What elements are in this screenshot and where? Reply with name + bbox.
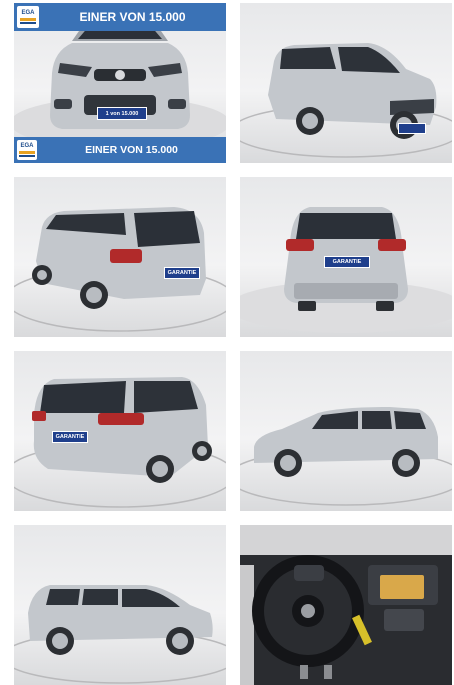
promo-banner-text-small: EINER VON 15.000 xyxy=(85,144,178,156)
license-plate: 1 von 15.000 xyxy=(97,107,147,120)
photo-side-left-view[interactable] xyxy=(14,525,226,685)
car-side-right-image xyxy=(240,407,452,506)
ega-logo-text: EGA xyxy=(21,10,35,16)
photo-front-right-view[interactable] xyxy=(240,3,452,163)
car-rear-right-image xyxy=(14,377,226,508)
car-front-right-image xyxy=(240,43,452,158)
photo-interior-dashboard-view[interactable] xyxy=(240,525,452,685)
license-plate: GARANTIE xyxy=(324,256,370,268)
ega-logo: EGA xyxy=(17,140,37,160)
photo-side-right-view[interactable] xyxy=(240,351,452,511)
promo-banner-top: EGA EINER VON 15.000 xyxy=(14,3,226,31)
ega-logo-text: EGA xyxy=(20,143,34,149)
license-plate: GARANTIE xyxy=(52,431,88,443)
car-side-left-image xyxy=(14,585,226,684)
car-interior-image xyxy=(240,525,452,685)
photo-rear-right-view[interactable]: GARANTIE xyxy=(14,351,226,511)
photo-rear-left-view[interactable]: GARANTIE xyxy=(14,177,226,337)
ega-logo: EGA xyxy=(17,6,39,28)
photo-rear-view[interactable]: GARANTIE xyxy=(240,177,452,337)
promo-banner-text: EINER VON 15.000 xyxy=(79,10,186,24)
car-rear-left-image xyxy=(14,207,226,332)
license-plate: GARANTIE xyxy=(164,267,200,279)
photo-front-view[interactable]: 1 von 15.000 EGA EINER VON 15.000 EGA EI… xyxy=(14,3,226,163)
license-plate-icon xyxy=(398,123,426,134)
photo-gallery: 1 von 15.000 EGA EINER VON 15.000 EGA EI… xyxy=(0,0,454,685)
promo-banner-bottom: EGA EINER VON 15.000 xyxy=(14,137,226,163)
